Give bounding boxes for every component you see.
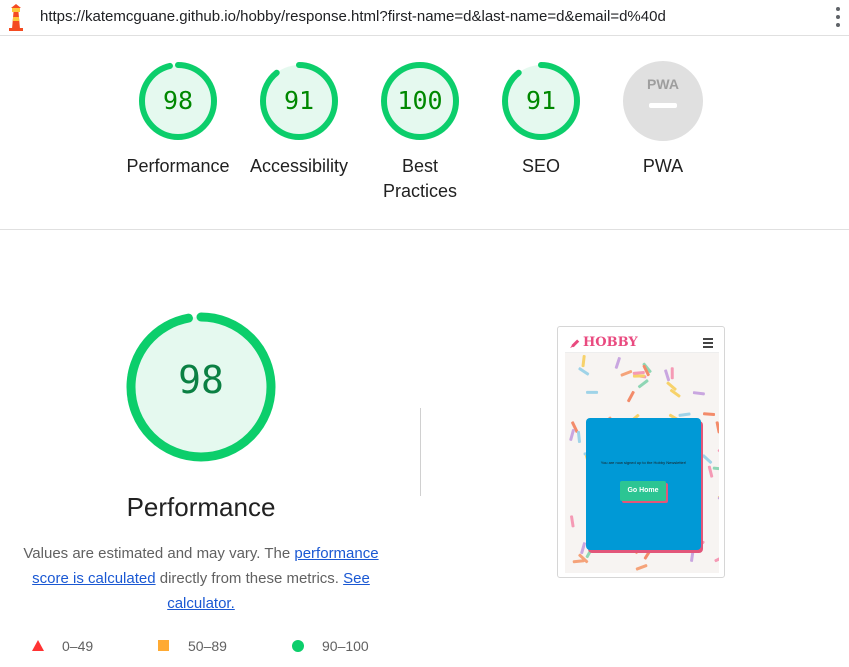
legend-pass-range: 90–100: [322, 638, 369, 654]
confetti-piece: [632, 371, 645, 375]
confetti-piece: [578, 367, 590, 376]
gauge-pwa[interactable]: PWA PWA: [602, 60, 724, 179]
description-text-2: directly from these metrics.: [155, 570, 344, 587]
report-url: https://katemcguane.github.io/hobby/resp…: [40, 8, 666, 25]
final-screenshot[interactable]: HOBBY You are now signed up to the Hobby…: [557, 326, 725, 578]
screenshot-go-home-button: Go Home: [620, 481, 666, 501]
confetti-piece: [707, 465, 714, 478]
gauge-accessibility-label: Accessibility: [249, 156, 349, 176]
confetti-piece: [627, 390, 635, 403]
gauge-pwa-label: PWA: [642, 156, 684, 176]
gauge-seo-label: SEO: [521, 156, 560, 176]
screenshot-card: You are now signed up to the Hobby Newsl…: [586, 418, 701, 550]
gauge-accessibility[interactable]: 91 Accessibility: [238, 60, 360, 179]
confetti-piece: [717, 448, 719, 459]
report-url-bar: https://katemcguane.github.io/hobby/resp…: [0, 0, 849, 36]
screenshot-navbar: HOBBY: [565, 333, 719, 353]
confetti-piece: [690, 549, 695, 562]
confetti-piece: [581, 355, 586, 368]
gauge-best-practices-label: Best Practices: [382, 156, 458, 201]
square-icon: [158, 640, 169, 651]
circle-icon: [292, 640, 304, 652]
hamburger-icon: [703, 338, 713, 348]
section-divider: [0, 229, 849, 230]
confetti-piece: [712, 466, 719, 471]
gauge-performance-score: 98: [162, 86, 194, 115]
gauge-performance-label: Performance: [126, 156, 230, 176]
performance-score-large: 98: [178, 358, 224, 402]
confetti-piece: [620, 370, 633, 377]
description-text: Values are estimated and may vary. The: [23, 545, 295, 562]
screenshot-brand: HOBBY: [583, 335, 638, 350]
pwa-badge-text: PWA: [647, 76, 679, 92]
triangle-icon: [32, 640, 44, 651]
confetti-piece: [702, 412, 716, 417]
confetti-piece: [715, 421, 719, 434]
confetti-piece: [692, 391, 705, 396]
gauge-best-practices[interactable]: 100 Best Practices: [359, 60, 481, 204]
confetti-piece: [570, 515, 575, 528]
performance-description: Values are estimated and may vary. The p…: [16, 541, 386, 616]
confetti-piece: [702, 454, 713, 464]
confetti-piece: [637, 379, 649, 389]
gauge-seo-score: 91: [525, 86, 557, 115]
paintbrush-icon: [570, 339, 580, 348]
screenshot-message: You are now signed up to the Hobby Newsl…: [600, 460, 687, 465]
gauge-seo[interactable]: 91 SEO: [480, 60, 602, 179]
confetti-piece: [635, 564, 648, 571]
gauge-best-practices-score: 100: [397, 86, 443, 115]
confetti-piece: [576, 430, 581, 443]
lighthouse-icon: [9, 4, 23, 31]
confetti-piece: [678, 412, 691, 417]
confetti-piece: [614, 357, 621, 369]
gauge-accessibility-score: 91: [283, 86, 315, 115]
confetti-piece: [664, 369, 671, 382]
confetti-piece: [586, 390, 599, 394]
vertical-divider: [420, 408, 421, 496]
confetti-piece: [632, 374, 645, 378]
performance-title: Performance: [126, 492, 276, 522]
confetti-piece: [670, 367, 674, 380]
pwa-badge-icon: PWA: [623, 61, 703, 141]
confetti-piece: [714, 554, 719, 563]
legend-average-range: 50–89: [188, 638, 227, 654]
legend-fail-range: 0–49: [62, 638, 94, 654]
kebab-menu-icon[interactable]: [832, 6, 844, 30]
confetti-piece: [569, 428, 575, 441]
screenshot-page: HOBBY You are now signed up to the Hobby…: [565, 333, 719, 573]
gauge-performance[interactable]: 98 Performance: [117, 60, 239, 179]
